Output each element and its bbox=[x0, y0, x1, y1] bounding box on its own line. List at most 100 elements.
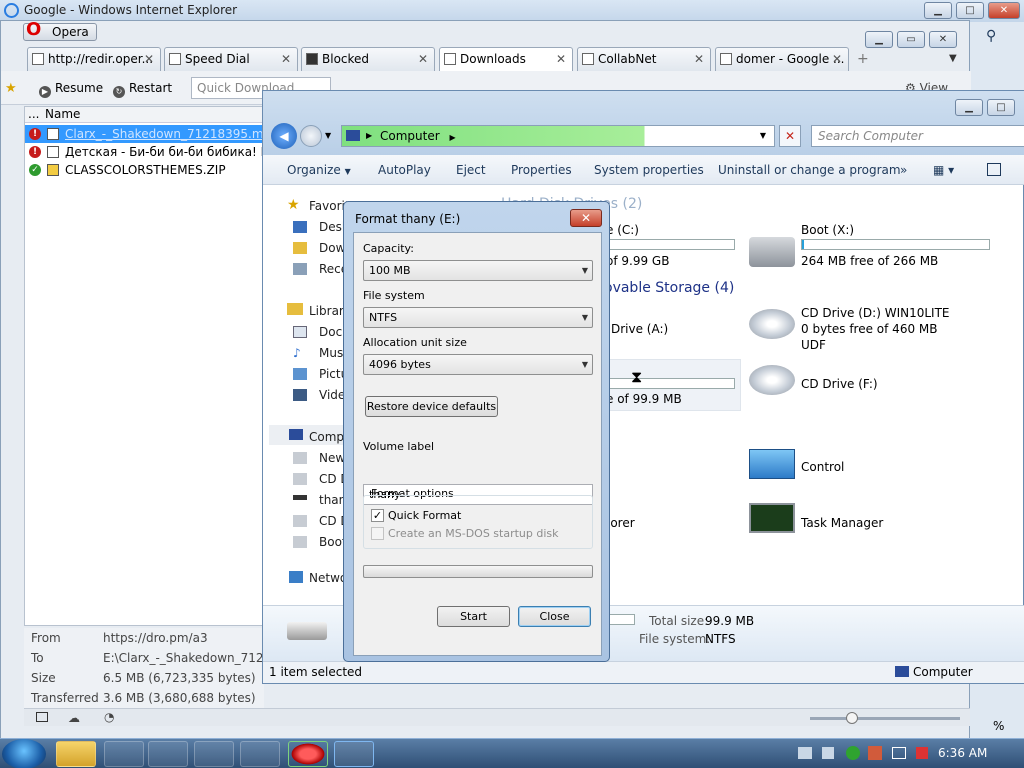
nav-new-volume[interactable]: New bbox=[319, 451, 345, 465]
drive-x-name[interactable]: Boot (X:) bbox=[801, 223, 854, 237]
quick-format-checkbox[interactable]: ✓ bbox=[371, 509, 384, 522]
quick-format-label[interactable]: Quick Format bbox=[388, 509, 461, 522]
view-options-icon[interactable]: ▦ ▾ bbox=[933, 163, 954, 177]
explorer-minimize-button[interactable]: ▁ bbox=[955, 99, 983, 116]
tab-blocked[interactable]: Blocked ✕ bbox=[301, 47, 435, 71]
explorer-title-bar[interactable]: ▁ □ ◀ ▼ ▶ Computer ▶ ▼ ✕ Search Computer bbox=[263, 91, 1024, 155]
nav-computer[interactable]: Comp bbox=[309, 430, 344, 444]
speedometer-icon[interactable]: ◔ bbox=[104, 710, 114, 724]
tab-domer-google[interactable]: domer - Google ... ✕ bbox=[715, 47, 849, 71]
download-item[interactable]: ! Детская - Би-би би-би бибика! Поех bbox=[25, 143, 263, 161]
tab-close-icon[interactable]: ✕ bbox=[556, 48, 566, 70]
taskbar-device-icon[interactable] bbox=[240, 741, 280, 767]
tab-redir[interactable]: http://redir.oper... ✕ bbox=[27, 47, 161, 71]
zoom-slider-handle[interactable] bbox=[846, 712, 858, 724]
refresh-stop-button[interactable]: ✕ bbox=[779, 125, 801, 147]
eject-button[interactable]: Eject bbox=[456, 163, 486, 177]
system-properties-button[interactable]: System properties bbox=[594, 163, 704, 177]
start-button[interactable] bbox=[2, 739, 46, 768]
ie-zoom-label[interactable]: % bbox=[993, 719, 1004, 733]
address-computer[interactable]: Computer bbox=[380, 129, 440, 143]
taskbar-explorer-folder-icon[interactable] bbox=[56, 741, 96, 767]
tab-close-icon[interactable]: ✕ bbox=[418, 48, 428, 70]
autoplay-button[interactable]: AutoPlay bbox=[378, 163, 431, 177]
tab-collabnet[interactable]: CollabNet ✕ bbox=[577, 47, 711, 71]
taskbar-clock[interactable]: 6:36 AM bbox=[938, 746, 987, 760]
nav-libraries[interactable]: Librari bbox=[309, 304, 347, 318]
restart-button[interactable]: ↻ Restart bbox=[113, 81, 172, 98]
nav-downloads[interactable]: Dow bbox=[319, 241, 345, 255]
opera-minimize-button[interactable]: ▁ bbox=[865, 31, 893, 48]
downloads-list[interactable]: ... Name ! Clarx_-_Shakedown_71218395.mp… bbox=[24, 106, 264, 626]
tab-speed-dial[interactable]: Speed Dial ✕ bbox=[164, 47, 298, 71]
panel-toggle-icon[interactable] bbox=[36, 712, 48, 722]
restore-device-defaults-button[interactable]: Restore device defaults bbox=[365, 396, 498, 417]
tab-close-icon[interactable]: ✕ bbox=[832, 48, 842, 70]
preview-pane-icon[interactable] bbox=[987, 163, 1001, 176]
control-panel-link[interactable]: Control bbox=[801, 460, 844, 474]
tray-network-icon[interactable] bbox=[798, 747, 812, 759]
ie-maximize-button[interactable]: □ bbox=[956, 2, 984, 19]
properties-button[interactable]: Properties bbox=[511, 163, 572, 177]
column-header-status[interactable]: ... bbox=[28, 107, 39, 121]
nav-music[interactable]: Mus bbox=[319, 346, 343, 360]
forward-button[interactable] bbox=[300, 125, 322, 147]
breadcrumb-chevron-icon[interactable]: ▶ bbox=[449, 133, 455, 142]
capacity-select[interactable]: 100 MB ▼ bbox=[363, 260, 593, 281]
more-commands-button[interactable]: » bbox=[900, 163, 907, 177]
taskbar-ie-icon[interactable] bbox=[104, 741, 144, 767]
drive-c-name[interactable]: e (C:) bbox=[606, 223, 639, 237]
explorer-link[interactable]: lorer bbox=[607, 516, 635, 530]
nav-network[interactable]: Netwo bbox=[309, 571, 347, 585]
drive-d-name[interactable]: CD Drive (D:) WIN10LITE bbox=[801, 306, 950, 320]
opera-maximize-button[interactable]: ▭ bbox=[897, 31, 925, 48]
address-history-chevron-down-icon[interactable]: ▼ bbox=[760, 126, 766, 146]
tab-list-chevron-down-icon[interactable]: ▼ bbox=[949, 53, 957, 64]
close-button[interactable]: Close bbox=[518, 606, 591, 627]
ie-search-icon[interactable]: ⚲ bbox=[986, 28, 996, 44]
from-value[interactable]: https://dro.pm/a3 bbox=[103, 631, 208, 645]
nav-videos[interactable]: Vide bbox=[319, 388, 345, 402]
download-item[interactable]: ✓ CLASSCOLORSTHEMES.ZIP bbox=[25, 161, 263, 179]
tab-close-icon[interactable]: ✕ bbox=[281, 48, 291, 70]
cloud-icon[interactable]: ☁ bbox=[68, 711, 80, 725]
tray-display-icon[interactable] bbox=[892, 747, 906, 759]
download-item[interactable]: ! Clarx_-_Shakedown_71218395.mp3 bbox=[25, 125, 263, 143]
recent-pages-chevron-down-icon[interactable]: ▼ bbox=[325, 131, 331, 140]
ie-close-button[interactable]: ✕ bbox=[988, 2, 1020, 19]
taskbar-app-icon[interactable] bbox=[148, 741, 188, 767]
uninstall-program-button[interactable]: Uninstall or change a program bbox=[718, 163, 901, 177]
ie-title-bar[interactable]: Google - Windows Internet Explorer ▁ □ ✕ bbox=[0, 0, 1024, 22]
tray-tool-icon[interactable] bbox=[868, 746, 882, 760]
file-system-select[interactable]: NTFS ▼ bbox=[363, 307, 593, 328]
back-button[interactable]: ◀ bbox=[271, 123, 297, 149]
zoom-slider-track[interactable] bbox=[810, 717, 960, 720]
to-value[interactable]: E:\Clarx_-_Shakedown_712183 bbox=[103, 651, 286, 665]
group-removable-storage[interactable]: ovable Storage (4) bbox=[604, 280, 734, 296]
start-button[interactable]: Start bbox=[437, 606, 510, 627]
taskbar-opera-icon[interactable] bbox=[288, 741, 328, 767]
drive-f-name[interactable]: CD Drive (F:) bbox=[801, 377, 878, 391]
tab-close-icon[interactable]: ✕ bbox=[144, 48, 154, 70]
resume-button[interactable]: ▶ Resume bbox=[39, 81, 103, 98]
organize-menu-button[interactable]: Organize ▼ bbox=[287, 163, 351, 177]
task-manager-link[interactable]: Task Manager bbox=[801, 516, 883, 530]
tray-muted-speaker-icon[interactable] bbox=[916, 747, 928, 759]
explorer-maximize-button[interactable]: □ bbox=[987, 99, 1015, 116]
tab-close-icon[interactable]: ✕ bbox=[694, 48, 704, 70]
address-bar[interactable]: ▶ Computer ▶ ▼ bbox=[341, 125, 775, 147]
new-tab-button[interactable]: + bbox=[857, 51, 869, 67]
ie-minimize-button[interactable]: ▁ bbox=[924, 2, 952, 19]
taskbar-paint-icon[interactable] bbox=[194, 741, 234, 767]
star-icon[interactable]: ★ bbox=[5, 81, 17, 96]
drive-a-name[interactable]: Drive (A:) bbox=[611, 322, 668, 336]
tray-volume-icon[interactable] bbox=[822, 747, 834, 759]
taskbar-ie-window-icon[interactable] bbox=[334, 741, 374, 767]
opera-close-button[interactable]: ✕ bbox=[929, 31, 957, 48]
allocation-unit-select[interactable]: 4096 bytes ▼ bbox=[363, 354, 593, 375]
column-header-name[interactable]: Name bbox=[45, 107, 80, 121]
search-input[interactable]: Search Computer bbox=[811, 125, 1024, 147]
format-dialog-close-button[interactable]: ✕ bbox=[570, 209, 602, 227]
tray-media-play-icon[interactable] bbox=[846, 746, 860, 760]
tab-downloads[interactable]: Downloads ✕ bbox=[439, 47, 573, 71]
